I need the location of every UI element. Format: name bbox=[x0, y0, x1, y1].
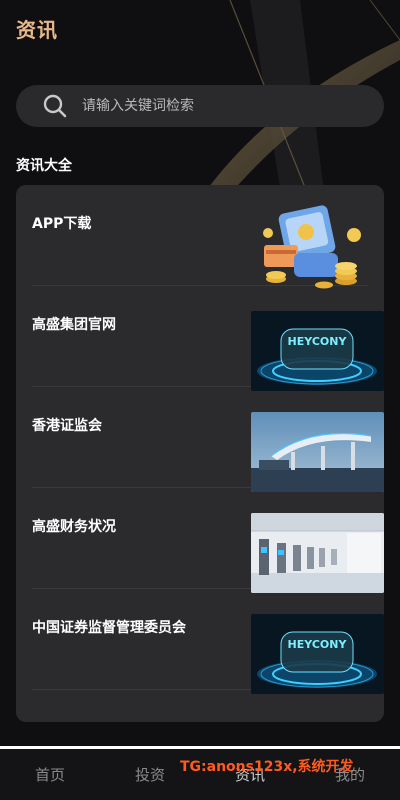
news-item-goldman-financials[interactable]: 高盛财务状况 bbox=[32, 488, 384, 593]
news-list: APP下载 高盛集团官网 HEYCONY 香港证监会 高盛财务状况 中国证券监督… bbox=[16, 185, 384, 722]
news-title: 高盛财务状况 bbox=[32, 519, 116, 535]
watermark-text: TG:anons123x,系统开发 bbox=[180, 759, 354, 775]
header: 资讯 bbox=[16, 14, 58, 43]
news-thumbnail-heycony: HEYCONY bbox=[251, 614, 384, 694]
news-thumbnail-coins bbox=[263, 205, 361, 289]
search-icon bbox=[43, 94, 67, 118]
news-thumbnail-charging-station bbox=[251, 412, 384, 492]
news-title: 中国证券监督管理委员会 bbox=[32, 620, 186, 636]
news-title: 高盛集团官网 bbox=[32, 317, 116, 333]
thumb-text: HEYCONY bbox=[288, 335, 348, 348]
news-item-goldman-site[interactable]: 高盛集团官网 HEYCONY bbox=[32, 286, 384, 391]
news-item-app-download[interactable]: APP下载 bbox=[32, 185, 368, 289]
search-input[interactable] bbox=[80, 97, 384, 115]
news-thumbnail-heycony: HEYCONY bbox=[251, 311, 384, 391]
news-item-csrc[interactable]: 中国证券监督管理委员会 HEYCONY bbox=[32, 589, 384, 694]
page-title: 资讯 bbox=[16, 18, 58, 42]
news-title: 香港证监会 bbox=[32, 418, 102, 434]
search-bar[interactable] bbox=[16, 85, 384, 127]
news-item-hk-sfc[interactable]: 香港证监会 bbox=[32, 387, 384, 492]
news-title: APP下载 bbox=[32, 216, 92, 232]
news-thumbnail-ev-chargers bbox=[251, 513, 384, 593]
thumb-text: HEYCONY bbox=[288, 638, 348, 651]
section-title: 资讯大全 bbox=[16, 158, 72, 174]
tab-home[interactable]: 首页 bbox=[0, 749, 100, 800]
